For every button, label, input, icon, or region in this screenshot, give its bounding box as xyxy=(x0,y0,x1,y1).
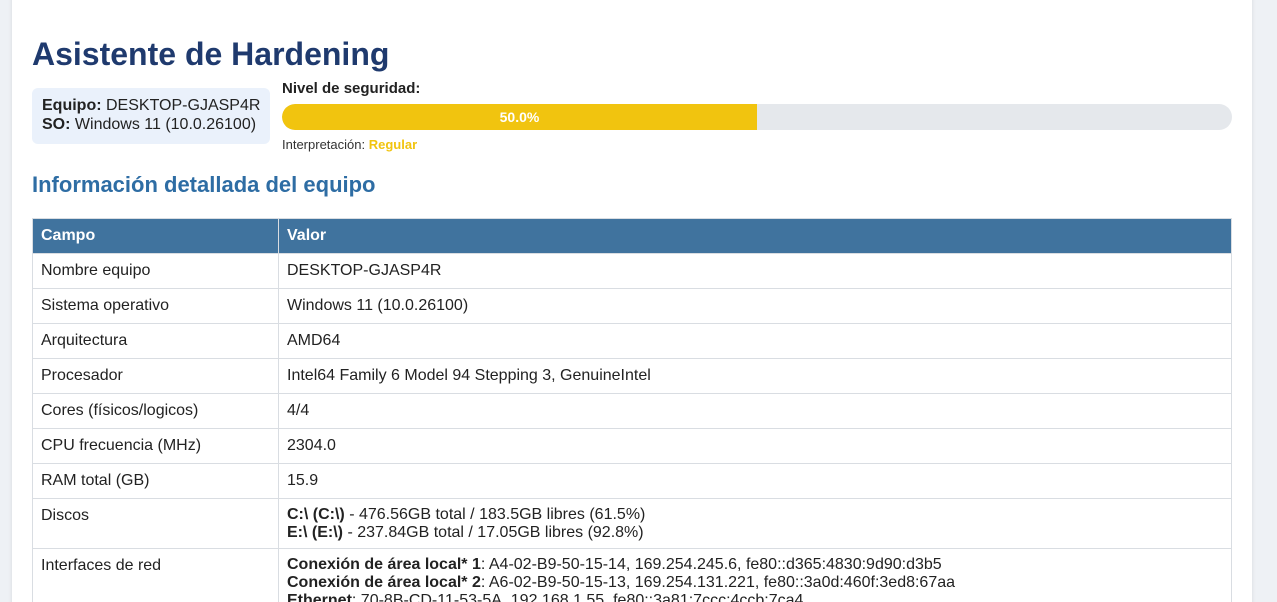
table-row-disks: Discos C:\ (C:\) - 476.56GB total / 183.… xyxy=(32,498,1232,549)
network-detail: : 70-8B-CD-11-53-5A, 192.168.1.55, fe80:… xyxy=(351,592,804,602)
page-title: Asistente de Hardening xyxy=(32,36,390,72)
disk-line: E:\ (E:\) - 237.84GB total / 17.05GB lib… xyxy=(287,524,1223,542)
network-name: Ethernet xyxy=(287,592,352,602)
field-cell: Cores (físicos/logicos) xyxy=(32,393,279,429)
security-progress-fill: 50.0% xyxy=(282,104,757,130)
value-cell-disks: C:\ (C:\) - 476.56GB total / 183.5GB lib… xyxy=(278,498,1232,549)
device-os-line: SO: Windows 11 (10.0.26100) xyxy=(42,115,260,134)
network-name: Conexión de área local* 1 xyxy=(287,556,481,573)
table-row: Procesador Intel64 Family 6 Model 94 Ste… xyxy=(32,358,1232,394)
table-row: Nombre equipo DESKTOP-GJASP4R xyxy=(32,253,1232,289)
section-title: Información detallada del equipo xyxy=(32,172,376,197)
security-progress-text: 50.0% xyxy=(499,109,540,125)
column-header-valor: Valor xyxy=(278,218,1232,254)
disk-detail: - 237.84GB total / 17.05GB libres (92.8%… xyxy=(343,524,644,541)
device-os-label: SO: xyxy=(42,116,71,133)
device-name-value: DESKTOP-GJASP4R xyxy=(106,97,261,114)
table-row: Arquitectura AMD64 xyxy=(32,323,1232,359)
value-cell: AMD64 xyxy=(278,323,1232,359)
interpretation-value: Regular xyxy=(368,137,418,152)
disk-line: C:\ (C:\) - 476.56GB total / 183.5GB lib… xyxy=(287,506,1223,524)
field-cell: Discos xyxy=(32,498,279,549)
network-line: Conexión de área local* 1: A4-02-B9-50-1… xyxy=(287,556,1223,574)
table-row: Sistema operativo Windows 11 (10.0.26100… xyxy=(32,288,1232,324)
security-progress-bar: 50.0% xyxy=(282,104,1232,130)
value-cell: Intel64 Family 6 Model 94 Stepping 3, Ge… xyxy=(278,358,1232,394)
device-name-line: Equipo: DESKTOP-GJASP4R xyxy=(42,96,260,115)
table-row: Cores (físicos/logicos) 4/4 xyxy=(32,393,1232,429)
disk-name: E:\ (E:\) xyxy=(287,524,343,541)
field-cell: Procesador xyxy=(32,358,279,394)
field-cell: CPU frecuencia (MHz) xyxy=(32,428,279,464)
disk-detail: - 476.56GB total / 183.5GB libres (61.5%… xyxy=(344,506,646,523)
value-cell-network: Conexión de área local* 1: A4-02-B9-50-1… xyxy=(278,548,1232,602)
table-header-row: Campo Valor xyxy=(32,218,1232,254)
field-cell: Sistema operativo xyxy=(32,288,279,324)
field-cell: Interfaces de red xyxy=(32,548,279,602)
device-info-box: Equipo: DESKTOP-GJASP4R SO: Windows 11 (… xyxy=(32,88,270,144)
network-name: Conexión de área local* 2 xyxy=(287,574,481,591)
main-card: Asistente de Hardening Equipo: DESKTOP-G… xyxy=(12,0,1252,602)
network-detail: : A6-02-B9-50-15-13, 169.254.131.221, fe… xyxy=(480,574,956,591)
network-line: Conexión de área local* 2: A6-02-B9-50-1… xyxy=(287,574,1223,592)
disk-name: C:\ (C:\) xyxy=(287,506,345,523)
column-header-campo: Campo xyxy=(32,218,279,254)
network-detail: : A4-02-B9-50-15-14, 169.254.245.6, fe80… xyxy=(480,556,942,573)
value-cell: 4/4 xyxy=(278,393,1232,429)
security-interpretation: Interpretación: Regular xyxy=(282,137,417,152)
field-cell: Arquitectura xyxy=(32,323,279,359)
value-cell: 2304.0 xyxy=(278,428,1232,464)
value-cell: Windows 11 (10.0.26100) xyxy=(278,288,1232,324)
field-cell: RAM total (GB) xyxy=(32,463,279,499)
field-cell: Nombre equipo xyxy=(32,253,279,289)
table-row: CPU frecuencia (MHz) 2304.0 xyxy=(32,428,1232,464)
interpretation-label: Interpretación: xyxy=(282,137,366,152)
network-line: Ethernet: 70-8B-CD-11-53-5A, 192.168.1.5… xyxy=(287,592,1223,602)
security-level-label: Nivel de seguridad: xyxy=(282,80,421,97)
value-cell: 15.9 xyxy=(278,463,1232,499)
device-name-label: Equipo: xyxy=(42,97,102,114)
device-info-table: Campo Valor Nombre equipo DESKTOP-GJASP4… xyxy=(32,218,1232,602)
value-cell: DESKTOP-GJASP4R xyxy=(278,253,1232,289)
table-row-network: Interfaces de red Conexión de área local… xyxy=(32,548,1232,602)
device-os-value: Windows 11 (10.0.26100) xyxy=(74,116,257,133)
table-row: RAM total (GB) 15.9 xyxy=(32,463,1232,499)
